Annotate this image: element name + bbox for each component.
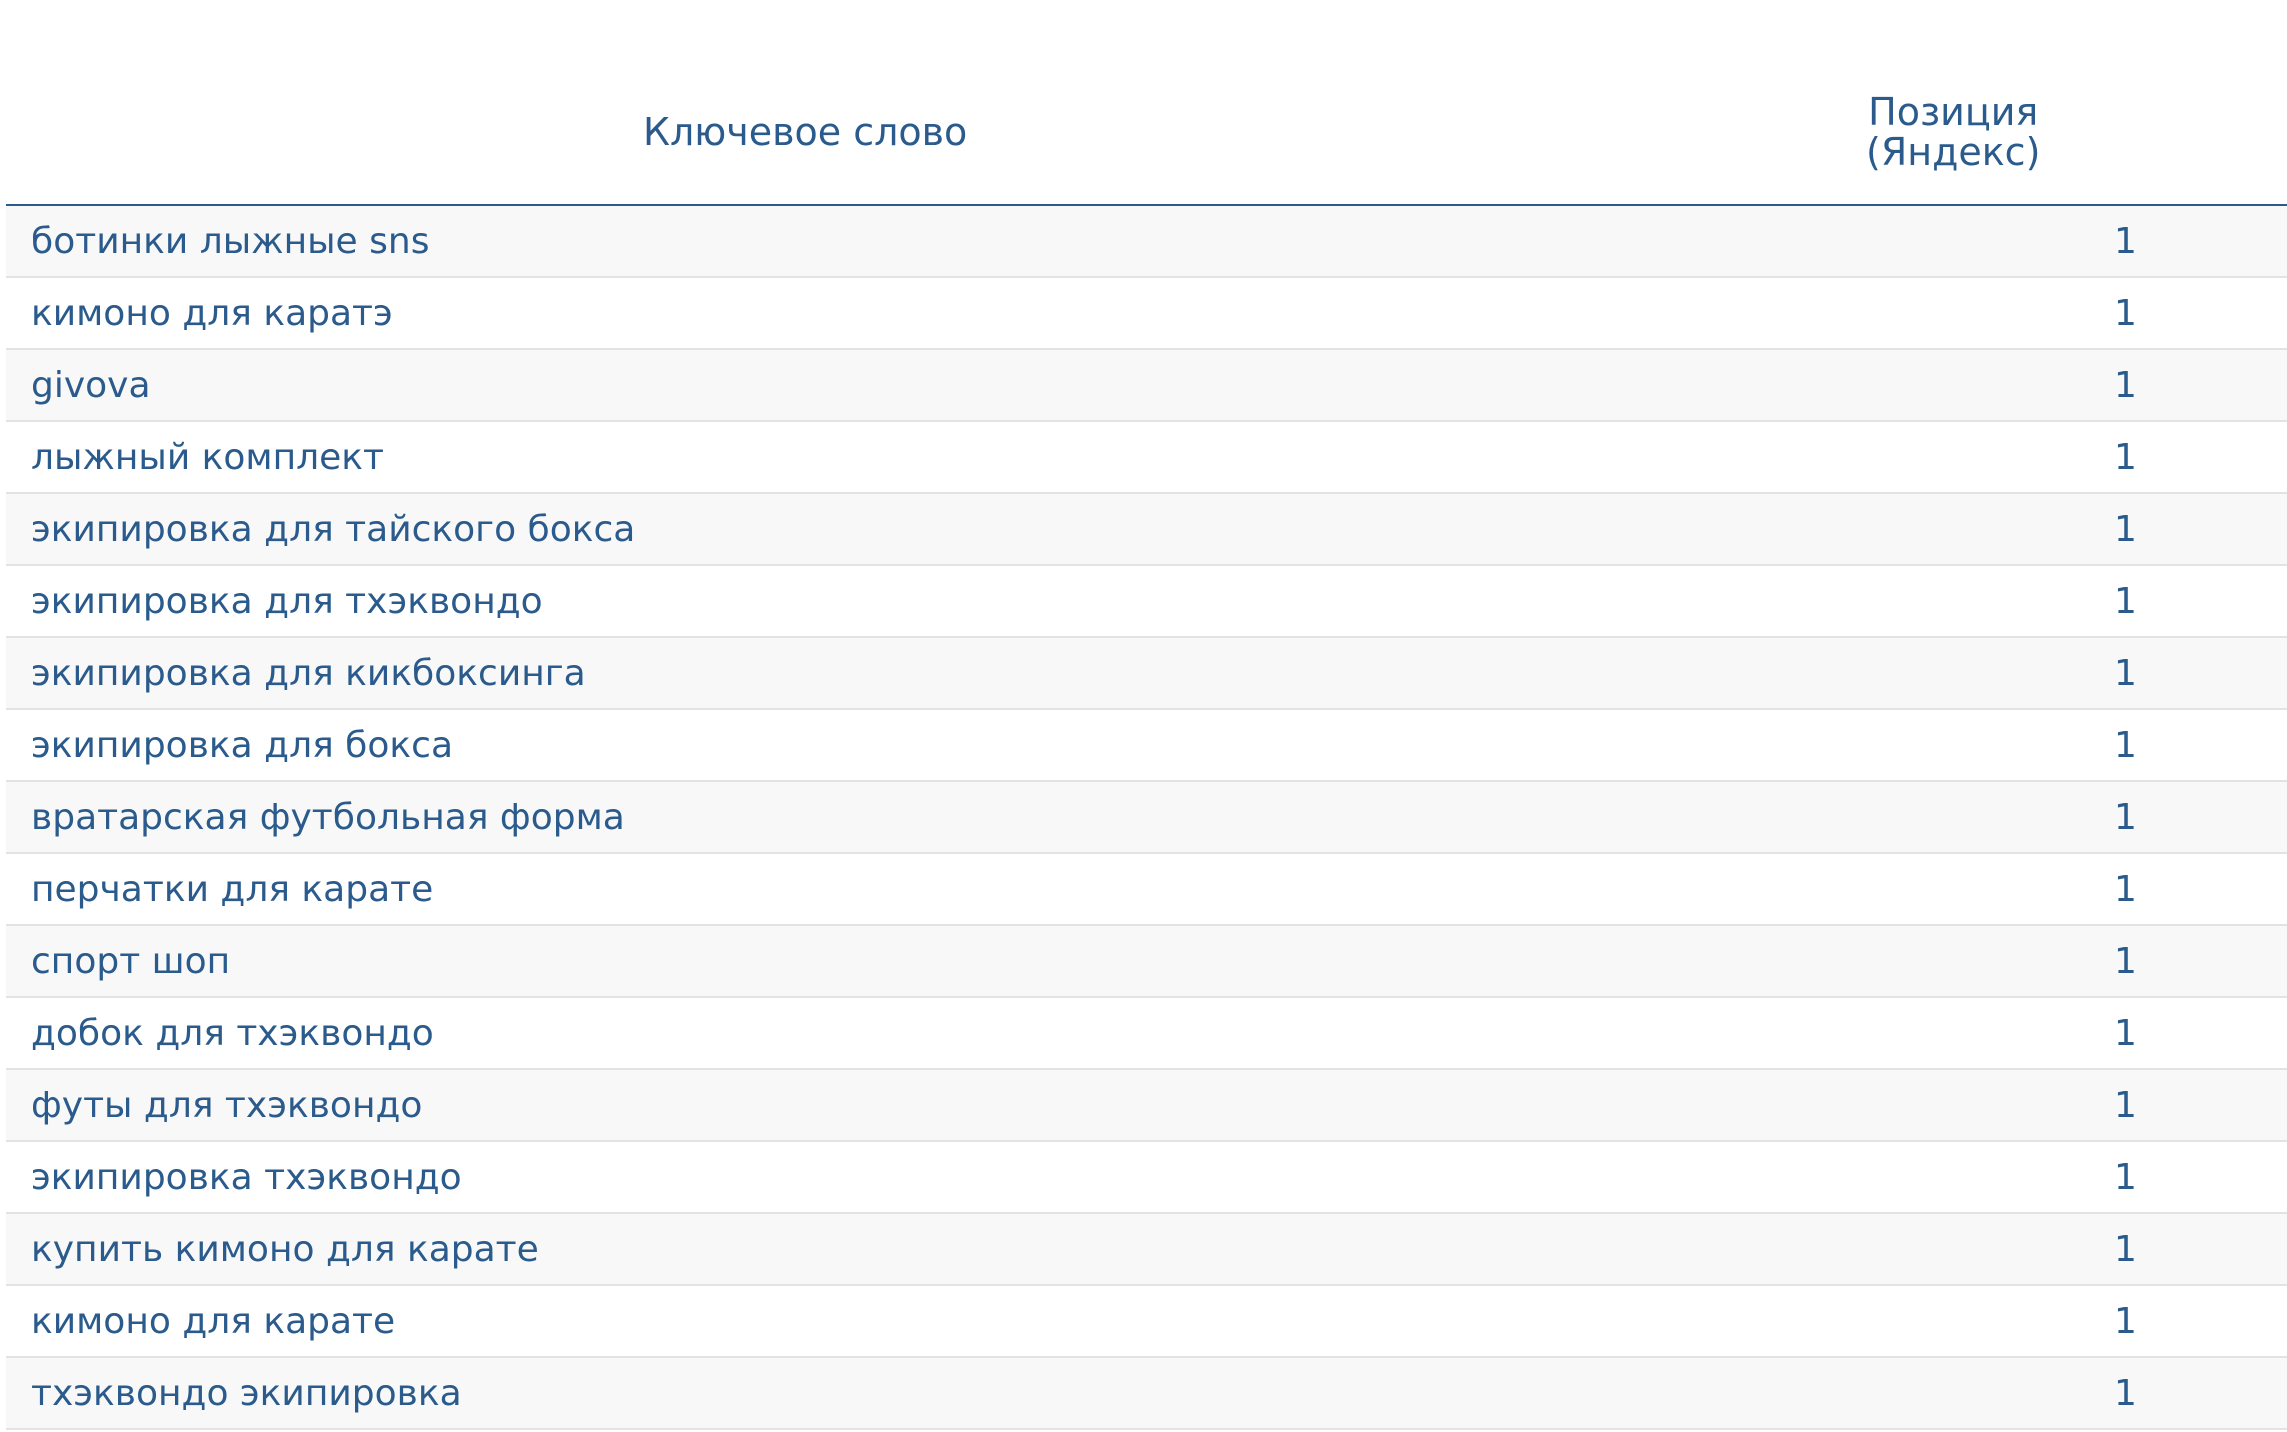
table-row: добок для тхэквондо 1 — [6, 997, 2287, 1070]
position-cell: 1 — [1606, 1357, 2287, 1430]
position-cell: 1 — [1606, 1213, 2287, 1286]
table-row: кимоно для каратэ 1 — [6, 277, 2287, 350]
position-cell: 1 — [1606, 421, 2287, 494]
position-cell: 1 — [1606, 781, 2287, 854]
keyword-cell: перчатки для карате — [6, 853, 1606, 926]
table-body: ботинки лыжные sns 1 кимоно для каратэ 1 giv… — [6, 205, 2287, 1430]
table-row: экипировка для бокса 1 — [6, 709, 2287, 782]
table-row: перчатки для карате 1 — [6, 853, 2287, 926]
position-cell: 1 — [1606, 493, 2287, 566]
keyword-cell: ботинки лыжные sns — [6, 205, 1606, 278]
table-row: экипировка для тайского бокса 1 — [6, 493, 2287, 566]
position-cell: 1 — [1606, 349, 2287, 422]
keyword-cell: кимоно для каратэ — [6, 277, 1606, 350]
table-row: вратарская футбольная форма 1 — [6, 781, 2287, 854]
position-cell: 1 — [1606, 853, 2287, 926]
position-cell: 1 — [1606, 637, 2287, 710]
position-cell: 1 — [1606, 709, 2287, 782]
table-row: лыжный комплект 1 — [6, 421, 2287, 494]
keyword-cell: экипировка тхэквондо — [6, 1141, 1606, 1214]
keyword-cell: вратарская футбольная форма — [6, 781, 1606, 854]
header-keyword[interactable]: Ключевое слово — [6, 60, 1606, 206]
keyword-cell: кимоно для карате — [6, 1285, 1606, 1358]
keyword-cell: купить кимоно для карате — [6, 1213, 1606, 1286]
header-position-line1: Позиция — [1868, 90, 2039, 134]
position-cell: 1 — [1606, 925, 2287, 998]
table-row: экипировка тхэквондо 1 — [6, 1141, 2287, 1214]
table-row: спорт шоп 1 — [6, 925, 2287, 998]
keyword-cell: экипировка для бокса — [6, 709, 1606, 782]
keyword-cell: тхэквондо экипировка — [6, 1357, 1606, 1430]
table-row: ботинки лыжные sns 1 — [6, 205, 2287, 278]
position-cell: 1 — [1606, 1285, 2287, 1358]
keyword-positions-table: Ключевое слово Позиция (Яндекс) ботинки … — [6, 60, 2287, 1430]
table-row: тхэквондо экипировка 1 — [6, 1357, 2287, 1430]
position-cell: 1 — [1606, 997, 2287, 1070]
position-cell: 1 — [1606, 205, 2287, 278]
header-row: Ключевое слово Позиция (Яндекс) — [6, 60, 2287, 206]
table-row: экипировка для тхэквондо 1 — [6, 565, 2287, 638]
table-row: купить кимоно для карате 1 — [6, 1213, 2287, 1286]
table-row: экипировка для кикбоксинга 1 — [6, 637, 2287, 710]
keyword-cell: спорт шоп — [6, 925, 1606, 998]
keyword-cell: экипировка для тхэквондо — [6, 565, 1606, 638]
keyword-cell: футы для тхэквондо — [6, 1069, 1606, 1142]
keyword-cell: экипировка для кикбоксинга — [6, 637, 1606, 710]
header-position-label: Позиция (Яндекс) — [1866, 92, 2040, 172]
position-cell: 1 — [1606, 1141, 2287, 1214]
keyword-cell: добок для тхэквондо — [6, 997, 1606, 1070]
table-header: Ключевое слово Позиция (Яндекс) — [6, 60, 2287, 206]
keyword-cell: лыжный комплект — [6, 421, 1606, 494]
table-row: givova 1 — [6, 349, 2287, 422]
header-position-line2: (Яндекс) — [1866, 130, 2041, 174]
position-cell: 1 — [1606, 1069, 2287, 1142]
header-position[interactable]: Позиция (Яндекс) — [1606, 60, 2287, 206]
position-cell: 1 — [1606, 565, 2287, 638]
keyword-cell: givova — [6, 349, 1606, 422]
position-cell: 1 — [1606, 277, 2287, 350]
table-row: футы для тхэквондо 1 — [6, 1069, 2287, 1142]
table-row: кимоно для карате 1 — [6, 1285, 2287, 1358]
keyword-cell: экипировка для тайского бокса — [6, 493, 1606, 566]
keyword-positions-table-container: Ключевое слово Позиция (Яндекс) ботинки … — [6, 60, 2287, 1430]
